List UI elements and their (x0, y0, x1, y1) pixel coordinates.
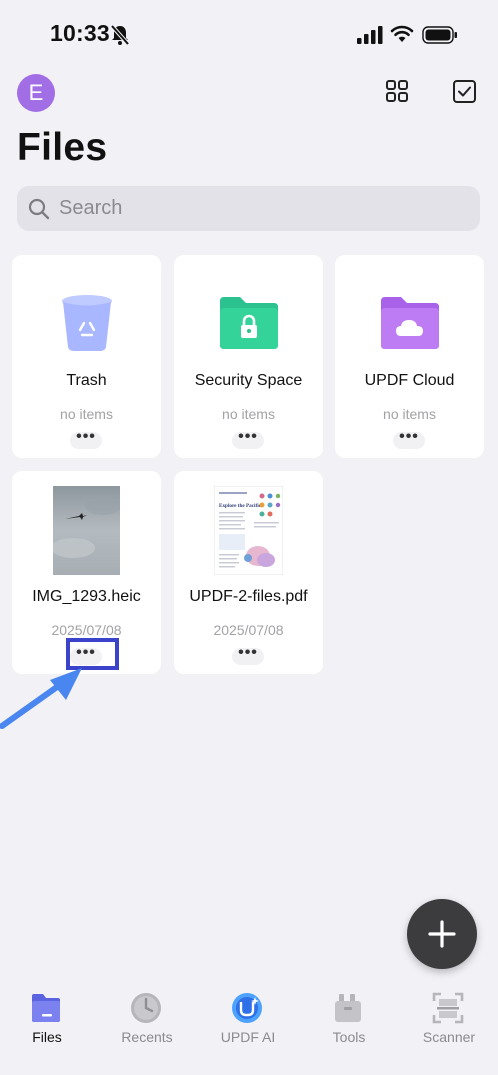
wifi-icon (390, 25, 414, 42)
folder-name: UPDF Cloud (364, 372, 455, 389)
pdf-thumbnail: Explore the Pacific (214, 485, 283, 575)
folder-card-updf-cloud[interactable]: UPDF Cloud no items ••• (335, 255, 484, 458)
folder-thumb (12, 273, 161, 373)
folder-thumb (174, 273, 323, 373)
avatar-initial: E (28, 80, 44, 105)
image-thumbnail (53, 485, 120, 575)
folder-name: Security Space (194, 372, 303, 389)
files-icon (32, 994, 60, 1022)
more-dots-icon: ••• (238, 428, 258, 445)
folder-name: Trash (66, 372, 107, 389)
file-name: IMG_1293.heic (32, 588, 141, 605)
pdf-thumbnail-title: Explore the Pacific (219, 503, 262, 509)
tools-icon (335, 994, 361, 1022)
folder-thumb (335, 273, 484, 373)
annotation-arrow-icon (0, 668, 82, 729)
folder-item-count: no items (222, 406, 275, 422)
folder-item-count: no items (383, 406, 436, 422)
avatar[interactable]: E (17, 74, 55, 112)
security-folder-icon (219, 297, 278, 349)
tab-updf-ai[interactable]: UPDF AI (198, 980, 298, 1060)
folder-item-count: no items (60, 406, 113, 422)
search-input[interactable] (57, 196, 441, 221)
folder-card-security-space[interactable]: Security Space no items ••• (174, 255, 323, 458)
status-bar: 10:33 (0, 0, 498, 70)
grid-view-icon[interactable] (385, 79, 409, 103)
file-name: UPDF-2-files.pdf (189, 588, 308, 605)
folder-card-trash[interactable]: Trash no items ••• (12, 255, 161, 458)
tab-label: Scanner (422, 1029, 476, 1045)
tab-scanner[interactable]: Scanner (399, 980, 498, 1060)
more-dots-icon: ••• (399, 428, 419, 445)
add-button[interactable] (407, 899, 477, 969)
file-thumb (12, 480, 161, 580)
battery-icon (422, 26, 457, 44)
more-options-button[interactable]: ••• (232, 644, 264, 665)
tab-label: Files (32, 1029, 62, 1045)
plus-icon (428, 920, 456, 948)
more-options-button[interactable]: ••• (232, 428, 264, 449)
more-options-button[interactable]: ••• (393, 428, 425, 449)
cellular-signal-icon (357, 26, 383, 44)
tab-label: Recents (121, 1029, 173, 1045)
status-time: 10:33 (50, 20, 110, 46)
more-dots-icon: ••• (238, 644, 258, 661)
page-title: Files (17, 126, 108, 169)
search-bar[interactable] (17, 186, 480, 231)
file-thumb: Explore the Pacific (174, 480, 323, 580)
more-options-button[interactable]: ••• (70, 428, 102, 449)
clock-icon (131, 993, 161, 1023)
file-date: 2025/07/08 (213, 622, 284, 638)
file-date: 2025/07/08 (51, 622, 122, 638)
more-dots-icon: ••• (76, 428, 96, 445)
tab-label: UPDF AI (220, 1029, 276, 1045)
select-checkbox-icon[interactable] (452, 79, 477, 104)
updf-ai-icon (232, 993, 262, 1023)
search-icon (28, 198, 50, 219)
tab-label: Tools (332, 1029, 366, 1045)
scanner-icon (432, 992, 464, 1024)
trash-icon (61, 295, 112, 351)
file-card-updf-2-files[interactable]: Explore the Pacific UPDF-2-files.pdf 202… (174, 471, 323, 674)
tab-bar: Files Recents UPDF AI Tools Scanner (0, 980, 498, 1075)
tab-recents[interactable]: Recents (97, 980, 197, 1060)
bell-muted-icon (110, 24, 130, 46)
tab-files[interactable]: Files (0, 980, 97, 1060)
cloud-folder-icon (380, 297, 439, 349)
tab-tools[interactable]: Tools (299, 980, 399, 1060)
